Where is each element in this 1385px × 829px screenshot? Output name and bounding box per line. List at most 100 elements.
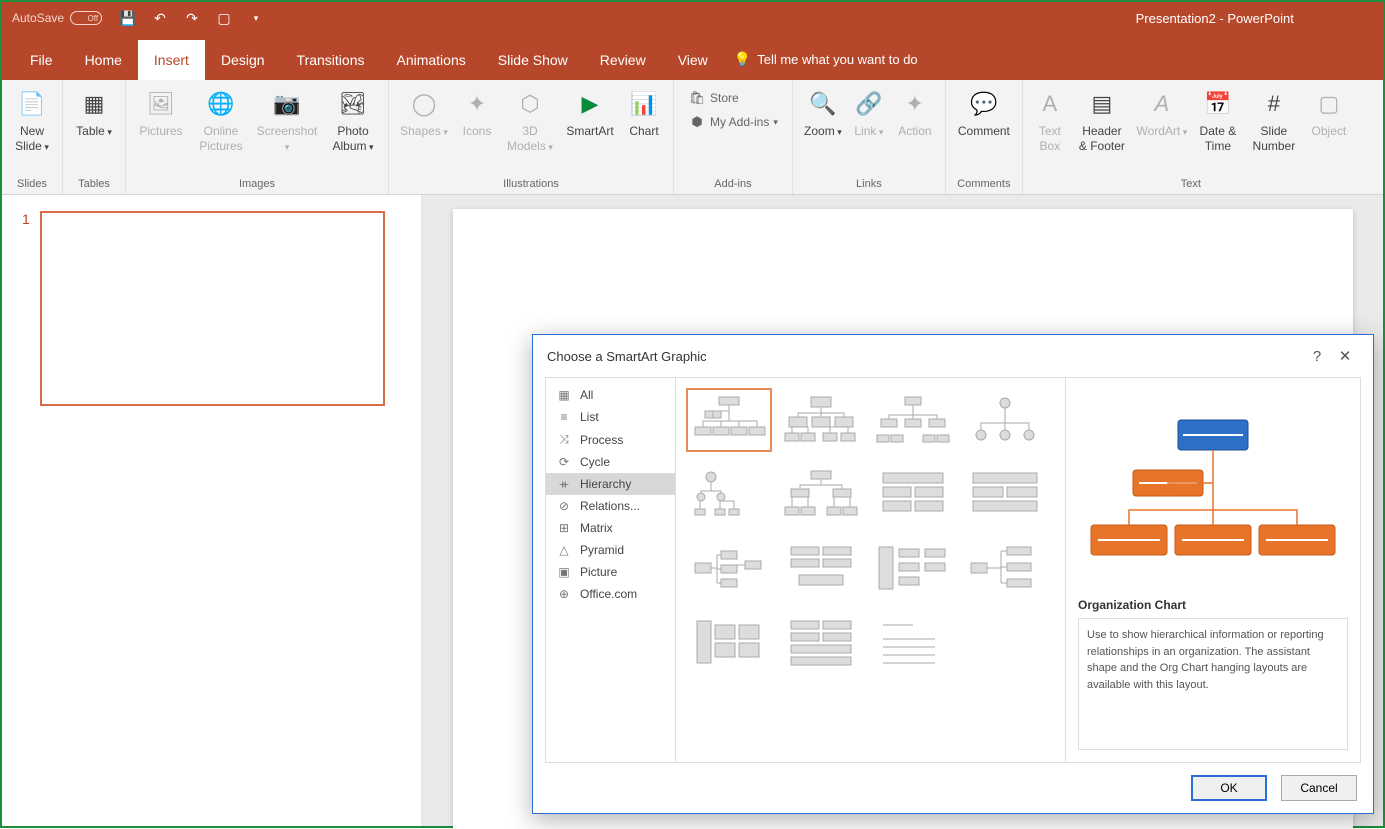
- slide-thumbnails-panel: 1: [2, 195, 422, 826]
- group-label-slides: Slides: [8, 176, 56, 192]
- category-picture[interactable]: ▣Picture: [546, 561, 675, 583]
- date-time-button[interactable]: 📅Date & Time: [1193, 84, 1243, 158]
- pictures-button[interactable]: 🖼Pictures: [132, 84, 190, 143]
- layout-lined-list[interactable]: [686, 610, 772, 674]
- dialog-buttons: OK Cancel: [533, 763, 1373, 813]
- cancel-button[interactable]: Cancel: [1281, 775, 1357, 801]
- ok-button[interactable]: OK: [1191, 775, 1267, 801]
- tab-animations[interactable]: Animations: [380, 40, 481, 80]
- category-process[interactable]: ⤨Process: [546, 428, 675, 451]
- category-list-item[interactable]: ≡List: [546, 406, 675, 428]
- wordart-icon: A: [1146, 88, 1178, 120]
- shapes-icon: ◯: [408, 88, 440, 120]
- tab-insert[interactable]: Insert: [138, 40, 205, 80]
- photo-album-button[interactable]: 🏞Photo Album: [324, 84, 382, 158]
- category-office-com[interactable]: ⊕Office.com: [546, 583, 675, 605]
- autosave-label: AutoSave: [12, 11, 64, 25]
- category-relationship[interactable]: ⊘Relations...: [546, 495, 675, 517]
- action-button[interactable]: ✦Action: [891, 84, 939, 143]
- tab-home[interactable]: Home: [69, 40, 138, 80]
- layout-half-circle-org[interactable]: [870, 388, 956, 452]
- smartart-button[interactable]: ▶SmartArt: [561, 84, 619, 143]
- cycle-icon: ⟳: [556, 455, 572, 469]
- group-comments: 💬Comment Comments: [946, 80, 1023, 194]
- group-label-addins: Add-ins: [680, 176, 786, 192]
- group-label-links: Links: [799, 176, 939, 192]
- tell-me-search[interactable]: 💡 Tell me what you want to do: [724, 39, 928, 80]
- save-icon[interactable]: 💾: [116, 6, 140, 30]
- tab-file[interactable]: File: [14, 40, 69, 80]
- lightbulb-icon: 💡: [734, 51, 751, 68]
- link-button[interactable]: 🔗Link: [849, 84, 889, 143]
- wordart-button[interactable]: AWordArt: [1133, 84, 1191, 143]
- shapes-button[interactable]: ◯Shapes: [395, 84, 453, 143]
- layout-horizontal-hierarchy[interactable]: [870, 536, 956, 600]
- object-icon: ▢: [1313, 88, 1345, 120]
- layout-table-hierarchy[interactable]: [870, 462, 956, 526]
- tab-slide-show[interactable]: Slide Show: [482, 40, 584, 80]
- category-matrix[interactable]: ⊞Matrix: [546, 517, 675, 539]
- my-addins-button[interactable]: ⬢My Add-ins ▾: [684, 112, 782, 132]
- qat-customize-icon[interactable]: ▾: [244, 6, 268, 30]
- layout-horizontal-multi-level[interactable]: [778, 536, 864, 600]
- category-cycle[interactable]: ⟳Cycle: [546, 451, 675, 473]
- ribbon: 📄 New Slide Slides ▦ Table Tables 🖼Pictu…: [2, 80, 1383, 195]
- store-icon: 🛍: [688, 90, 706, 106]
- photo-album-icon: 🏞: [337, 88, 369, 120]
- 3d-models-button[interactable]: ⬡3D Models: [501, 84, 559, 158]
- group-label-illustrations: Illustrations: [395, 176, 667, 192]
- layout-horizontal-org[interactable]: [686, 536, 772, 600]
- online-pictures-button[interactable]: 🌐Online Pictures: [192, 84, 250, 158]
- text-box-button[interactable]: AText Box: [1029, 84, 1071, 158]
- undo-icon[interactable]: ↶: [148, 6, 172, 30]
- layout-hierarchy[interactable]: [686, 462, 772, 526]
- slide-thumbnail-1[interactable]: [40, 211, 385, 406]
- group-illustrations: ◯Shapes ✦Icons ⬡3D Models ▶SmartArt 📊Cha…: [389, 80, 674, 194]
- window-title: Presentation2 - PowerPoint: [1136, 11, 1294, 26]
- comment-icon: 💬: [968, 88, 1000, 120]
- layout-hierarchy-list[interactable]: [962, 462, 1048, 526]
- tab-view[interactable]: View: [662, 40, 724, 80]
- tab-transitions[interactable]: Transitions: [281, 40, 381, 80]
- layout-org-chart[interactable]: [686, 388, 772, 452]
- layout-name-title-org[interactable]: [778, 388, 864, 452]
- pyramid-icon: △: [556, 543, 572, 557]
- screenshot-button[interactable]: 📷Screenshot: [252, 84, 322, 158]
- category-hierarchy[interactable]: ᚑHierarchy: [546, 473, 675, 495]
- table-button[interactable]: ▦ Table: [69, 84, 119, 143]
- group-label-text: Text: [1029, 176, 1353, 192]
- layout-labeled-hierarchy[interactable]: [778, 462, 864, 526]
- group-images: 🖼Pictures 🌐Online Pictures 📷Screenshot 🏞…: [126, 80, 389, 194]
- category-list: ▦All ≡List ⤨Process ⟳Cycle ᚑHierarchy ⊘R…: [546, 378, 676, 762]
- tell-me-label: Tell me what you want to do: [757, 52, 917, 67]
- layout-architecture[interactable]: [778, 610, 864, 674]
- category-all[interactable]: ▦All: [546, 384, 675, 406]
- layout-circle-picture-hierarchy[interactable]: [962, 388, 1048, 452]
- redo-icon[interactable]: ↷: [180, 6, 204, 30]
- ribbon-tabs: File Home Insert Design Transitions Anim…: [2, 34, 1383, 80]
- zoom-button[interactable]: 🔍Zoom: [799, 84, 847, 143]
- autosave-toggle[interactable]: Off: [70, 11, 102, 25]
- dialog-body: ▦All ≡List ⤨Process ⟳Cycle ᚑHierarchy ⊘R…: [545, 377, 1361, 763]
- close-icon[interactable]: ✕: [1331, 347, 1359, 365]
- tab-review[interactable]: Review: [584, 40, 662, 80]
- new-slide-button[interactable]: 📄 New Slide: [8, 84, 56, 158]
- layout-horizontal-labeled[interactable]: [962, 536, 1048, 600]
- table-icon: ▦: [78, 88, 110, 120]
- help-icon[interactable]: ?: [1303, 348, 1331, 365]
- header-footer-button[interactable]: ▤Header & Footer: [1073, 84, 1131, 158]
- group-label-tables: Tables: [69, 176, 119, 192]
- comment-button[interactable]: 💬Comment: [952, 84, 1016, 143]
- layout-picture-org[interactable]: [870, 610, 956, 674]
- picture-icon: ▣: [556, 565, 572, 579]
- chart-button[interactable]: 📊Chart: [621, 84, 667, 143]
- object-button[interactable]: ▢Object: [1305, 84, 1353, 143]
- slide-number-button[interactable]: #Slide Number: [1245, 84, 1303, 158]
- icons-button[interactable]: ✦Icons: [455, 84, 499, 143]
- process-icon: ⤨: [556, 432, 572, 447]
- category-pyramid[interactable]: △Pyramid: [546, 539, 675, 561]
- tab-design[interactable]: Design: [205, 40, 281, 80]
- store-button[interactable]: 🛍Store: [684, 88, 782, 108]
- title-bar: AutoSave Off 💾 ↶ ↷ ▢ ▾ Presentation2 - P…: [2, 2, 1383, 34]
- start-from-beginning-icon[interactable]: ▢: [212, 6, 236, 30]
